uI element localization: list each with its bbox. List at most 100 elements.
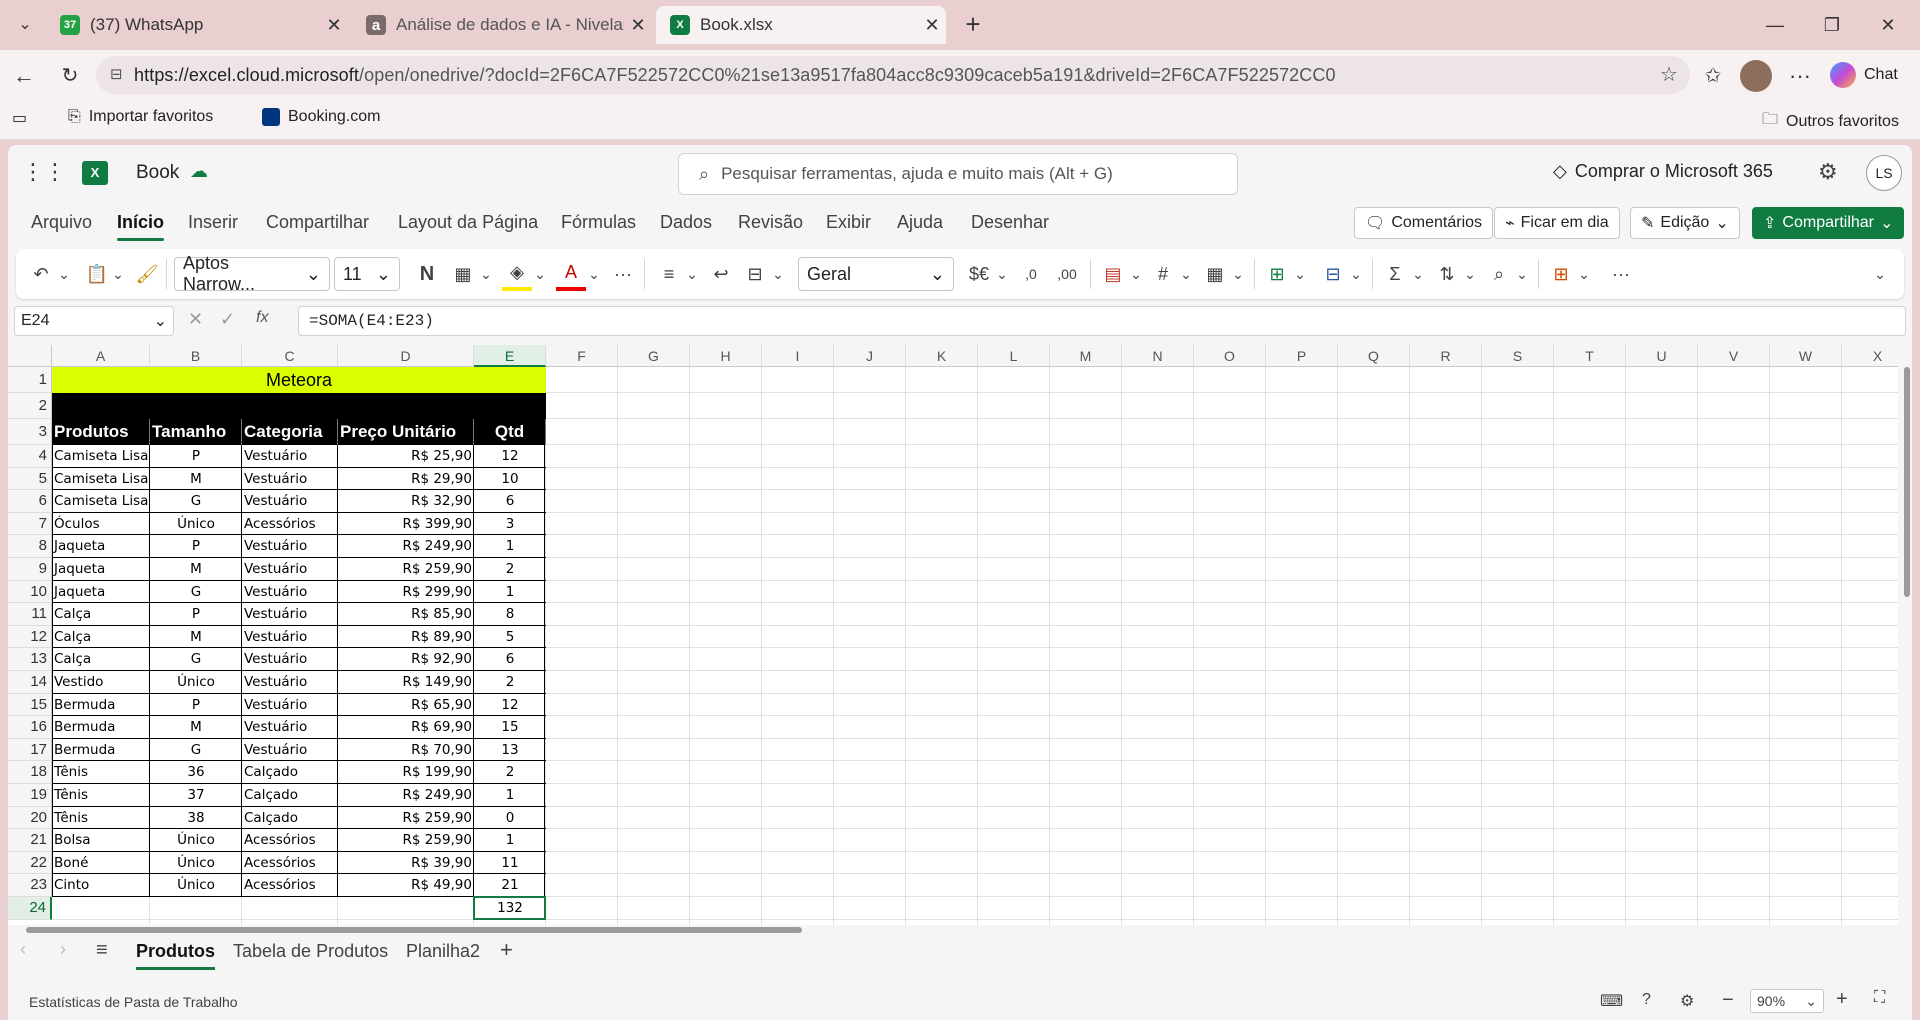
data-cell[interactable]: Vestuário	[242, 445, 338, 468]
menu-exibir[interactable]: Exibir	[826, 212, 871, 233]
data-cell[interactable]: 2	[474, 761, 546, 784]
column-header[interactable]: O	[1194, 345, 1266, 367]
undo-dropdown-icon[interactable]: ⌄	[56, 257, 72, 291]
data-cell[interactable]: G	[150, 648, 242, 671]
row-header[interactable]: 2	[8, 393, 52, 419]
row-header[interactable]: 8	[8, 535, 52, 558]
column-header[interactable]: I	[762, 345, 834, 367]
add-ins-dropdown-icon[interactable]: ⌄	[1576, 257, 1592, 291]
font-size-dropdown[interactable]: 11 ⌄	[334, 257, 400, 291]
row-header[interactable]: 24	[8, 897, 52, 920]
data-cell[interactable]: P	[150, 694, 242, 717]
column-header[interactable]: V	[1698, 345, 1770, 367]
data-cell[interactable]: R$ 69,90	[338, 716, 474, 739]
data-cell[interactable]: Vestido	[52, 671, 150, 694]
data-cell[interactable]: 15	[474, 716, 546, 739]
app-launcher-icon[interactable]: ⋮⋮	[22, 159, 66, 185]
row-header[interactable]: 3	[8, 419, 52, 445]
menu-layout[interactable]: Layout da Página	[398, 212, 538, 233]
data-cell[interactable]: 3	[474, 513, 546, 536]
data-cell[interactable]: Camiseta Lisa	[52, 445, 150, 468]
copilot-chat-button[interactable]: Chat	[1830, 58, 1898, 92]
all-sheets-icon[interactable]: ≡	[96, 939, 108, 962]
sort-filter-icon[interactable]: ⇅	[1432, 257, 1462, 291]
column-header[interactable]: Q	[1338, 345, 1410, 367]
data-cell[interactable]: Vestuário	[242, 581, 338, 604]
maximize-icon[interactable]: ❐	[1812, 10, 1852, 40]
data-cell[interactable]: M	[150, 716, 242, 739]
row-header[interactable]: 23	[8, 874, 52, 897]
row-header[interactable]: 22	[8, 851, 52, 875]
favorites-icon[interactable]: ✩	[1697, 60, 1729, 92]
cancel-formula-icon[interactable]: ✕	[188, 309, 203, 330]
data-cell[interactable]: Jaqueta	[52, 535, 150, 558]
font-name-dropdown[interactable]: Aptos Narrow... ⌄	[174, 253, 330, 294]
header-cell[interactable]: Qtd	[474, 419, 546, 445]
column-header[interactable]: D	[338, 345, 474, 367]
share-button[interactable]: ⇪ Compartilhar ⌄	[1752, 207, 1905, 239]
favorite-star-icon[interactable]: ☆	[1660, 62, 1678, 87]
menu-desenhar[interactable]: Desenhar	[971, 212, 1049, 233]
data-cell[interactable]: 6	[474, 648, 546, 671]
paste-icon[interactable]: 📋	[82, 257, 112, 291]
data-cell[interactable]: R$ 259,90	[338, 558, 474, 581]
row-header[interactable]: 4	[8, 445, 52, 468]
row-header[interactable]: 19	[8, 784, 52, 807]
data-cell[interactable]: Vestuário	[242, 648, 338, 671]
data-cell[interactable]: R$ 70,90	[338, 739, 474, 762]
data-cell[interactable]: 38	[150, 807, 242, 830]
data-cell[interactable]: 12	[474, 694, 546, 717]
catch-up-button[interactable]: ⌁ Ficar em dia	[1494, 207, 1620, 239]
autosum-icon[interactable]: Σ	[1380, 257, 1410, 291]
sheet-tab-produtos[interactable]: Produtos	[136, 941, 215, 970]
autosum-dropdown-icon[interactable]: ⌄	[1410, 257, 1426, 291]
workbook-statistics[interactable]: Estatísticas de Pasta de Trabalho	[29, 994, 238, 1010]
paste-dropdown-icon[interactable]: ⌄	[110, 257, 126, 291]
data-cell[interactable]: R$ 149,90	[338, 671, 474, 694]
data-cell[interactable]: 2	[474, 558, 546, 581]
data-cell[interactable]: R$ 249,90	[338, 535, 474, 558]
search-box[interactable]: ⌕ Pesquisar ferramentas, ajuda e muito m…	[678, 153, 1238, 195]
data-cell[interactable]: Bolsa	[52, 829, 150, 852]
data-cell[interactable]: 8	[474, 603, 546, 626]
zoom-out-icon[interactable]: −	[1722, 989, 1734, 1012]
fill-color-icon[interactable]: ◈	[502, 257, 532, 291]
column-header[interactable]: C	[242, 345, 338, 367]
column-header[interactable]: N	[1122, 345, 1194, 367]
row-header[interactable]: 18	[8, 761, 52, 784]
data-cell[interactable]: M	[150, 626, 242, 649]
site-info-icon[interactable]: ⊟	[110, 65, 123, 83]
menu-compartilhar[interactable]: Compartilhar	[266, 212, 369, 233]
font-color-icon[interactable]: A	[556, 257, 586, 291]
find-icon[interactable]: ⌕	[1484, 257, 1514, 291]
browser-tab-whatsapp[interactable]: 37 (37) WhatsApp ✕	[46, 6, 348, 44]
menu-inicio[interactable]: Início	[117, 212, 165, 241]
data-cell[interactable]: Tênis	[52, 807, 150, 830]
format-table-icon[interactable]: ▦	[1200, 257, 1230, 291]
data-cell[interactable]: 5	[474, 626, 546, 649]
column-header[interactable]: A	[52, 345, 150, 367]
column-header[interactable]: H	[690, 345, 762, 367]
row-header[interactable]: 17	[8, 738, 52, 762]
row-header[interactable]: 10	[8, 580, 52, 604]
column-header[interactable]: U	[1626, 345, 1698, 367]
spreadsheet-grid[interactable]: ABCDEFGHIJKLMNOPQRSTUVWX 1 2 3 4 5 6 7 8 9 10 11 12…	[8, 345, 1898, 925]
find-dropdown-icon[interactable]: ⌄	[1514, 257, 1530, 291]
row-header[interactable]: 12	[8, 625, 52, 649]
row-header[interactable]: 1	[8, 367, 52, 393]
menu-revisao[interactable]: Revisão	[738, 212, 803, 233]
row-header[interactable]: 13	[8, 648, 52, 671]
formula-input[interactable]: =SOMA(E4:E23)	[298, 306, 1906, 336]
align-dropdown-icon[interactable]: ⌄	[684, 257, 700, 291]
row-header[interactable]: 15	[8, 693, 52, 717]
data-cell[interactable]: 1	[474, 581, 546, 604]
currency-dropdown-icon[interactable]: ⌄	[994, 257, 1010, 291]
data-cell[interactable]: Vestuário	[242, 626, 338, 649]
column-header[interactable]: G	[618, 345, 690, 367]
header-cell[interactable]: Preço Unitário	[338, 419, 474, 445]
more-options-icon[interactable]: ···	[1784, 60, 1816, 92]
data-cell[interactable]: 21	[474, 874, 546, 897]
data-cell[interactable]: Acessórios	[242, 874, 338, 897]
data-cell[interactable]: R$ 259,90	[338, 829, 474, 852]
row-header[interactable]: 5	[8, 467, 52, 491]
